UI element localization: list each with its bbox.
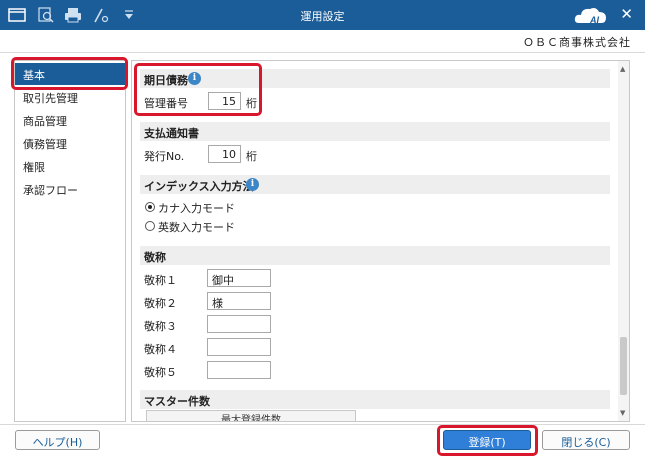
sidebar-item-permissions[interactable]: 権限 — [15, 155, 125, 177]
honorific-3-label: 敬称３ — [144, 320, 177, 333]
honorific-2-label: 敬称２ — [144, 297, 177, 310]
alnum-mode-radio[interactable] — [145, 221, 155, 231]
ai-cloud-logo-icon: AI — [574, 8, 606, 25]
sidebar-item-product-management[interactable]: 商品管理 — [15, 109, 125, 131]
honorific-2-input[interactable]: 様 — [207, 292, 271, 310]
divider — [0, 52, 645, 53]
honorific-1-input[interactable]: 御中 — [207, 269, 271, 287]
section-title: マスター件数 — [144, 395, 210, 408]
honorific-1-label: 敬称１ — [144, 274, 177, 287]
section-title: 支払通知書 — [144, 127, 199, 140]
section-header-payment-notice: 支払通知書 — [140, 122, 610, 141]
section-title: 敬称 — [144, 251, 166, 264]
close-window-icon[interactable]: ✕ — [620, 5, 633, 23]
save-button-highlight-frame — [437, 425, 538, 456]
honorific-5-input[interactable] — [207, 361, 271, 379]
window-title: 運用設定 — [300, 10, 345, 23]
sidebar-item-debt-management[interactable]: 債務管理 — [15, 132, 125, 154]
section-header-index-input-method: インデックス入力方法 — [140, 175, 610, 194]
kana-mode-radio[interactable] — [145, 202, 155, 212]
section-header-master-count: マスター件数 — [140, 390, 610, 409]
logo-text: AI — [589, 15, 599, 25]
issue-number-digits-input[interactable]: 10 — [208, 145, 241, 163]
due-date-section-highlight-frame — [134, 63, 262, 116]
section-header-honorifics: 敬称 — [140, 246, 610, 265]
honorific-4-label: 敬称４ — [144, 343, 177, 356]
scroll-down-icon[interactable]: ▼ — [620, 409, 625, 417]
sidebar-item-approval-flow[interactable]: 承認フロー — [15, 178, 125, 200]
info-icon[interactable]: i — [246, 178, 259, 191]
scroll-up-icon[interactable]: ▲ — [620, 65, 625, 73]
digits-unit-label: 桁 — [246, 150, 257, 163]
issue-number-label: 発行No. — [144, 150, 185, 163]
honorific-4-input[interactable] — [207, 338, 271, 356]
divider — [0, 424, 645, 425]
honorific-5-label: 敬称５ — [144, 366, 177, 379]
close-button[interactable]: 閉じる(C) — [542, 430, 630, 450]
help-button[interactable]: ヘルプ(H) — [15, 430, 100, 450]
company-name: ＯＢＣ商事株式会社 — [523, 36, 631, 49]
honorific-3-input[interactable] — [207, 315, 271, 333]
max-records-column-header: 最大登録件数 — [146, 410, 356, 421]
sidebar-highlight-frame — [11, 57, 128, 90]
settings-sidebar: 基本 取引先管理 商品管理 債務管理 権限 承認フロー — [14, 60, 126, 422]
scroll-thumb[interactable] — [620, 337, 627, 395]
kana-mode-label[interactable]: カナ入力モード — [158, 200, 235, 216]
content-scrollbar[interactable]: ▲ ▼ — [618, 61, 629, 421]
alnum-mode-label[interactable]: 英数入力モード — [158, 219, 235, 235]
title-bar: 運用設定 AI ✕ — [0, 0, 645, 30]
section-title: インデックス入力方法 — [144, 180, 254, 193]
